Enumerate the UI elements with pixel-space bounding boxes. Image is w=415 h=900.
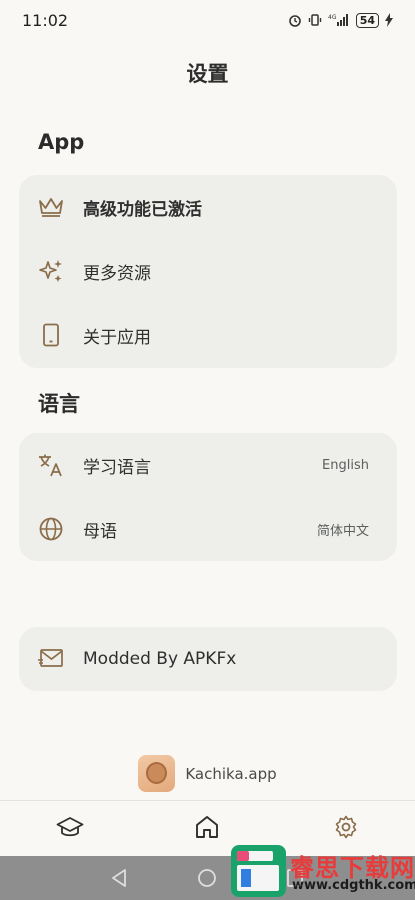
section-title-app: App: [38, 130, 85, 154]
about-app-row[interactable]: 关于应用: [19, 303, 397, 367]
language-card: 学习语言 English 母语 简体中文: [19, 433, 397, 561]
crown-icon: [38, 194, 64, 220]
more-resources-row[interactable]: 更多资源: [19, 239, 397, 303]
home-circle-icon[interactable]: [197, 868, 217, 892]
native-language-value: 简体中文: [316, 523, 369, 539]
phone-icon: [38, 322, 64, 348]
signal-icon: 4G: [328, 13, 350, 27]
app-card: 高级功能已激活 更多资源 关于应用: [19, 175, 397, 368]
nav-learn[interactable]: [55, 815, 85, 843]
footer-brand: Kachika.app: [0, 755, 415, 792]
nav-settings[interactable]: [331, 815, 361, 843]
home-icon: [194, 814, 220, 844]
sparkles-icon: [38, 258, 64, 284]
section-title-language: 语言: [38, 392, 80, 416]
learning-language-row[interactable]: 学习语言 English: [19, 433, 397, 497]
gear-icon: [333, 814, 359, 844]
watermark-url: www.cdgthk.com: [292, 878, 415, 893]
native-language-row[interactable]: 母语 简体中文: [19, 497, 397, 561]
premium-label: 高级功能已激活: [83, 199, 202, 220]
charging-icon: [385, 13, 393, 27]
mail-icon: [38, 646, 64, 672]
translate-icon: [38, 452, 64, 478]
status-bar: 11:02 4G 54: [0, 0, 415, 40]
mod-label: Modded By APKFx: [83, 649, 237, 669]
page-title: 设置: [186, 62, 229, 86]
globe-icon: [38, 516, 64, 542]
about-app-label: 关于应用: [83, 327, 151, 348]
learning-language-value: English: [322, 457, 369, 473]
more-resources-label: 更多资源: [83, 263, 151, 284]
mod-row[interactable]: Modded By APKFx: [19, 627, 397, 691]
brand-text: Kachika.app: [185, 764, 277, 783]
native-language-label: 母语: [83, 521, 117, 542]
watermark-logo: [231, 845, 286, 897]
status-time: 11:02: [22, 10, 69, 30]
svg-text:4G: 4G: [328, 14, 337, 21]
mod-card: Modded By APKFx: [19, 627, 397, 691]
back-icon[interactable]: [110, 868, 128, 892]
learning-language-label: 学习语言: [83, 457, 151, 478]
nav-home[interactable]: [192, 815, 222, 843]
app-logo: [138, 755, 176, 792]
graduation-cap-icon: [56, 815, 84, 843]
alarm-icon: [288, 13, 302, 27]
status-icons: 4G 54: [288, 12, 393, 28]
premium-row[interactable]: 高级功能已激活: [19, 175, 397, 239]
battery-indicator: 54: [355, 12, 379, 28]
vibrate-icon: [308, 13, 322, 27]
